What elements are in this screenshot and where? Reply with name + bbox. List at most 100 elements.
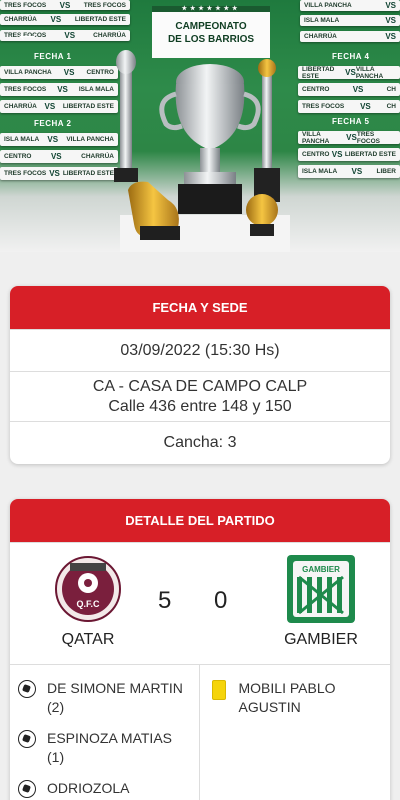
fixture-panel: ISLA MALA VS	[300, 15, 400, 26]
venue-name: CA - CASA DE CAMPO CALP	[92, 378, 308, 395]
team-label: LIBERTAD ESTE	[344, 151, 396, 158]
vs-label: VS	[63, 68, 75, 77]
team-label: TRES FOCOS	[302, 103, 345, 110]
vs-label: VS	[331, 150, 343, 159]
team-label: CH	[386, 103, 396, 110]
fixture-panel: CENTRO VS CH	[298, 83, 400, 96]
scorer-name: ESPINOZA MATIAS (1)	[47, 730, 172, 765]
venue-card: FECHA Y SEDE 03/09/2022 (15:30 Hs) CA - …	[10, 286, 390, 464]
vs-label: VS	[345, 68, 356, 77]
vs-label: VS	[50, 15, 62, 24]
vs-label: VS	[59, 0, 71, 10]
soccer-ball-icon	[18, 680, 36, 698]
venue-address: Calle 436 entre 148 y 150	[108, 398, 292, 415]
team-label: VILLA PANCHA	[355, 65, 384, 80]
fixture-panel: TRES FOCOS VS CH	[298, 100, 400, 113]
team-label: LIBER	[376, 168, 396, 175]
gambier-crest-icon: GAMBIER	[287, 555, 355, 623]
vs-label: VS	[346, 133, 357, 142]
stars-decoration: ★★★★★★★	[181, 6, 241, 12]
venue-card-title: FECHA Y SEDE	[10, 286, 390, 329]
vs-label: VS	[352, 85, 364, 94]
home-events: DE SIMONE MARTIN (2) ESPINOZA MATIAS (1)…	[10, 665, 199, 800]
team-label: ISLA MALA	[78, 86, 114, 93]
fixture-panel: CHARRÚA VS	[300, 31, 400, 42]
away-team-name: GAMBIER	[284, 631, 358, 648]
team-label: VILLA PANCHA	[66, 136, 114, 143]
vs-label: VS	[57, 85, 68, 94]
fixture-panel: TRES FOCOS VS TRES FOCOS	[0, 0, 130, 10]
player-name: MOBILI PABLO AGUSTIN	[238, 680, 336, 715]
soccer-ball-icon	[18, 780, 36, 798]
pitch-number: Cancha: 3	[10, 421, 390, 463]
team-label: TRES FOCOS	[356, 130, 380, 145]
team-label: LIBERTAD ESTE	[62, 103, 114, 110]
team-label: ISLA MALA	[302, 168, 338, 175]
team-label: TRES FOCOS	[4, 1, 47, 9]
team-label: TRES FOCOS	[83, 1, 126, 9]
home-team-name: QATAR	[61, 631, 115, 648]
vs-label: VS	[385, 16, 396, 25]
team-label: VILLA PANCHA	[4, 69, 52, 76]
soccer-ball-icon	[18, 730, 36, 748]
away-events: MOBILI PABLO AGUSTIN	[198, 665, 391, 800]
team-label: LIBERTAD ESTE	[302, 65, 335, 80]
fixture-panel: CENTRO VS CHARRÚA	[0, 150, 118, 163]
vs-label: VS	[385, 1, 396, 10]
team-label: ISLA MALA	[4, 136, 40, 143]
goal-event: ESPINOZA MATIAS (1)	[18, 729, 191, 767]
fixture-panel: VILLA PANCHA VS TRES FOCOS	[298, 130, 400, 145]
team-label: CH	[386, 86, 396, 93]
away-team-logo: GAMBIER	[287, 555, 355, 623]
away-team[interactable]: GAMBIER GAMBIER	[276, 555, 366, 649]
match-events: DE SIMONE MARTIN (2) ESPINOZA MATIAS (1)…	[10, 664, 390, 800]
back-arrow-icon[interactable]: ←	[14, 18, 44, 48]
scorer-name: ODRIOZOLA FACUNDO (1)	[47, 780, 136, 800]
vs-label: VS	[50, 152, 62, 161]
match-detail-card: DETALLE DEL PARTIDO Q.F.C QATAR 5 0 GAMB…	[10, 499, 390, 800]
fixture-panel: VILLA PANCHA VS	[300, 0, 400, 11]
vs-label: VS	[385, 32, 396, 41]
scorer-name: DE SIMONE MARTIN (2)	[47, 680, 183, 715]
fixture-panel: TRES FOCOS VS ISLA MALA	[0, 83, 118, 96]
home-score: 5	[158, 587, 172, 614]
fecha-label: FECHA 5	[332, 117, 370, 126]
vs-label: VS	[64, 31, 76, 40]
vs-label: VS	[47, 135, 59, 144]
goal-event: DE SIMONE MARTIN (2)	[18, 679, 191, 717]
fixture-panel: ISLA MALA VS LIBER	[298, 165, 400, 178]
match-datetime: 03/09/2022 (15:30 Hs)	[10, 329, 390, 371]
goal-event: ODRIOZOLA FACUNDO (1)	[18, 779, 191, 800]
venue-info: CA - CASA DE CAMPO CALP Calle 436 entre …	[10, 371, 390, 421]
trophy-icon	[114, 50, 290, 252]
fecha-label: FECHA 2	[34, 119, 72, 128]
team-label: TRES FOCOS	[4, 86, 47, 93]
match-card-title: DETALLE DEL PARTIDO	[10, 499, 390, 542]
fixture-panel: CENTRO VS LIBERTAD ESTE	[298, 148, 400, 161]
fecha-label: FECHA 1	[34, 52, 72, 61]
team-label: CENTRO	[302, 86, 330, 93]
team-label: CHARRÚA	[4, 103, 37, 110]
home-team[interactable]: Q.F.C QATAR	[43, 555, 133, 649]
team-label: TRES FOCOS	[4, 170, 47, 177]
vs-label: VS	[44, 102, 56, 111]
vs-label: VS	[360, 102, 371, 111]
team-label: CENTRO	[302, 151, 330, 158]
header-photo: TRES FOCOS VS TRES FOCOS CHARRÚA VS LIBERTAD…	[0, 0, 400, 252]
home-team-logo: Q.F.C	[54, 555, 122, 623]
yellow-card-icon	[211, 680, 226, 700]
team-label: CENTRO	[4, 153, 32, 160]
scoreboard: Q.F.C QATAR 5 0 GAMBIER GAMBIER	[10, 542, 390, 664]
fixture-panel: CHARRÚA VS LIBERTAD ESTE	[0, 100, 118, 113]
qatar-crest-icon: Q.F.C	[55, 556, 121, 622]
card-event: MOBILI PABLO AGUSTIN	[210, 679, 383, 717]
team-label: LIBERTAD ESTE	[62, 170, 114, 177]
fixture-panel: LIBERTAD ESTE VS VILLA PANCHA	[298, 65, 400, 80]
away-logo-text: GAMBIER	[302, 565, 340, 574]
team-label: VILLA PANCHA	[302, 130, 330, 145]
vs-label: VS	[49, 169, 60, 178]
fixture-panel: VILLA PANCHA VS CENTRO	[0, 66, 118, 79]
home-logo-text: Q.F.C	[76, 599, 100, 609]
fecha-label: FECHA 4	[332, 52, 370, 61]
team-label: LIBERTAD ESTE	[74, 16, 126, 23]
